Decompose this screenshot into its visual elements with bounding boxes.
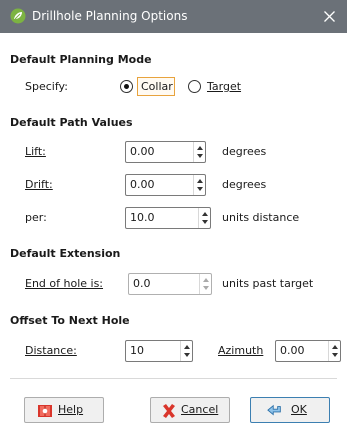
per-spin-arrows[interactable] <box>198 208 210 228</box>
lift-spinbox[interactable]: 0.00 <box>125 141 206 163</box>
path-values-heading: Default Path Values <box>10 116 133 129</box>
per-spinbox[interactable]: 10.0 <box>125 207 211 229</box>
spin-up-icon[interactable] <box>197 179 203 183</box>
per-label: per: <box>25 211 47 224</box>
spin-down-icon[interactable] <box>202 220 208 224</box>
spin-up-icon[interactable] <box>184 345 190 349</box>
window-title: Drillhole Planning Options <box>32 9 188 23</box>
spin-down-icon[interactable] <box>197 187 203 191</box>
spin-up-icon[interactable] <box>197 146 203 150</box>
planning-mode-heading: Default Planning Mode <box>10 53 152 66</box>
drift-spin-arrows[interactable] <box>193 175 205 195</box>
help-button[interactable]: Help <box>24 397 104 423</box>
help-button-label: Help <box>58 403 84 416</box>
distance-value[interactable]: 10 <box>130 341 144 361</box>
distance-spin-arrows[interactable] <box>180 341 192 361</box>
spin-up-icon[interactable] <box>203 278 209 282</box>
ok-button-label: OK <box>291 403 307 416</box>
end-of-hole-label: End of hole is: <box>25 277 104 290</box>
help-book-icon <box>38 405 52 417</box>
lift-label: Lift: <box>25 145 46 158</box>
per-value[interactable]: 10.0 <box>130 208 155 228</box>
button-separator <box>10 378 337 379</box>
cancel-button-label: Cancel <box>181 403 219 416</box>
per-unit: units distance <box>222 211 300 224</box>
distance-label: Distance: <box>25 344 77 357</box>
spin-up-icon[interactable] <box>332 345 338 349</box>
azimuth-spinbox[interactable]: 0.00 <box>275 340 341 362</box>
drift-unit: degrees <box>222 178 267 191</box>
extension-heading: Default Extension <box>10 247 121 260</box>
drift-spinbox[interactable]: 0.00 <box>125 174 206 196</box>
azimuth-value[interactable]: 0.00 <box>280 341 305 361</box>
collar-radio-label[interactable]: Collar <box>141 79 173 95</box>
drift-label: Drift: <box>25 178 53 191</box>
title-bar: Drillhole Planning Options <box>0 0 347 33</box>
lift-spin-arrows[interactable] <box>193 142 205 162</box>
app-leaf-icon <box>10 8 26 24</box>
target-radio-label[interactable]: Target <box>207 79 241 95</box>
close-icon <box>324 11 335 22</box>
cancel-button[interactable]: Cancel <box>150 397 230 423</box>
end-of-hole-unit: units past target <box>222 277 314 290</box>
collar-radio[interactable] <box>120 80 133 93</box>
close-button[interactable] <box>311 0 347 33</box>
end-of-hole-spin-arrows[interactable] <box>199 274 211 294</box>
distance-spinbox[interactable]: 10 <box>125 340 193 362</box>
end-of-hole-spinbox[interactable]: 0.0 <box>128 273 212 295</box>
specify-label: Specify: <box>25 80 68 93</box>
spin-up-icon[interactable] <box>202 212 208 216</box>
ok-return-icon <box>267 404 281 416</box>
spin-down-icon[interactable] <box>184 353 190 357</box>
target-radio[interactable] <box>188 80 201 93</box>
offset-heading: Offset To Next Hole <box>10 314 130 327</box>
end-of-hole-value[interactable]: 0.0 <box>133 274 151 294</box>
ok-button[interactable]: OK <box>250 397 330 423</box>
lift-value[interactable]: 0.00 <box>130 142 155 162</box>
spin-down-icon[interactable] <box>203 286 209 290</box>
azimuth-label: Azimuth <box>218 344 264 357</box>
spin-down-icon[interactable] <box>197 154 203 158</box>
spin-down-icon[interactable] <box>332 353 338 357</box>
lift-unit: degrees <box>222 145 267 158</box>
cancel-x-icon <box>163 404 175 418</box>
azimuth-spin-arrows[interactable] <box>328 341 340 361</box>
drift-value[interactable]: 0.00 <box>130 175 155 195</box>
